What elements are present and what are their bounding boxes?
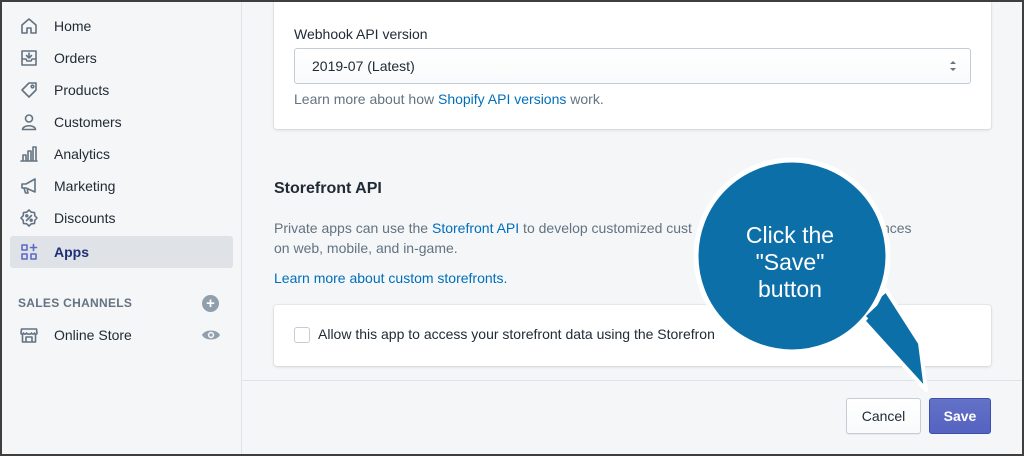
sidebar-item-label: Online Store bbox=[54, 327, 132, 343]
sidebar-item-home[interactable]: Home bbox=[10, 10, 233, 42]
storefront-access-checkbox[interactable] bbox=[294, 327, 310, 343]
callout-line-2: "Save" bbox=[755, 249, 825, 275]
tag-icon bbox=[18, 79, 40, 101]
select-arrows-icon bbox=[950, 61, 956, 71]
home-icon bbox=[18, 15, 40, 37]
sidebar-item-label: Marketing bbox=[54, 178, 116, 194]
sidebar-item-label: Home bbox=[54, 18, 92, 34]
desc-part-1: to develop customized cust bbox=[519, 220, 692, 236]
callout-line-3: button bbox=[758, 276, 822, 302]
storefront-api-title: Storefront API bbox=[274, 180, 382, 197]
desc-prefix: Private apps can use the bbox=[274, 220, 432, 236]
help-suffix: work. bbox=[566, 91, 604, 107]
sidebar-item-label: Orders bbox=[54, 50, 97, 66]
sidebar-item-label: Products bbox=[54, 82, 110, 98]
sidebar-item-label: Discounts bbox=[54, 210, 116, 226]
webhook-card: Webhook API version 2019-07 (Latest) Lea… bbox=[274, 0, 991, 129]
eye-icon[interactable] bbox=[201, 327, 221, 343]
sales-channels-title: SALES CHANNELS bbox=[18, 296, 133, 310]
callout-text: Click the "Save" button bbox=[700, 222, 880, 303]
sidebar-item-label: Apps bbox=[54, 244, 89, 260]
sidebar-item-apps[interactable]: Apps bbox=[10, 236, 233, 268]
store-icon bbox=[18, 324, 40, 346]
sidebar-item-orders[interactable]: Orders bbox=[10, 42, 233, 74]
sidebar: Home Orders Products Customers Analytics… bbox=[0, 0, 242, 456]
sidebar-item-products[interactable]: Products bbox=[10, 74, 233, 106]
add-sales-channel-plus-icon[interactable]: + bbox=[202, 295, 219, 312]
bar-chart-icon bbox=[18, 143, 40, 165]
discount-icon bbox=[18, 207, 40, 229]
desc-line-2: on web, mobile, and in-game. bbox=[274, 240, 458, 256]
sidebar-item-analytics[interactable]: Analytics bbox=[10, 138, 233, 170]
megaphone-icon bbox=[18, 175, 40, 197]
sidebar-item-marketing[interactable]: Marketing bbox=[10, 170, 233, 202]
person-icon bbox=[18, 111, 40, 133]
sidebar-item-label: Customers bbox=[54, 114, 122, 130]
api-versions-link[interactable]: Shopify API versions bbox=[438, 91, 566, 107]
apps-icon bbox=[18, 241, 40, 263]
custom-storefronts-link[interactable]: Learn more about custom storefronts. bbox=[274, 270, 507, 286]
sidebar-item-discounts[interactable]: Discounts bbox=[10, 202, 233, 234]
webhook-version-label: Webhook API version bbox=[294, 26, 428, 42]
sidebar-item-label: Analytics bbox=[54, 146, 111, 162]
webhook-version-select[interactable]: 2019-07 (Latest) bbox=[294, 48, 971, 84]
webhook-version-value: 2019-07 (Latest) bbox=[312, 58, 415, 74]
webhook-help-text: Learn more about how Shopify API version… bbox=[294, 91, 604, 107]
storefront-access-label[interactable]: Allow this app to access your storefront… bbox=[318, 326, 715, 342]
storefront-api-link[interactable]: Storefront API bbox=[432, 220, 519, 236]
sidebar-item-customers[interactable]: Customers bbox=[10, 106, 233, 138]
callout-line-1: Click the bbox=[745, 222, 835, 248]
sidebar-item-online-store[interactable]: Online Store bbox=[10, 319, 233, 351]
orders-icon bbox=[18, 47, 40, 69]
help-prefix: Learn more about how bbox=[294, 91, 438, 107]
